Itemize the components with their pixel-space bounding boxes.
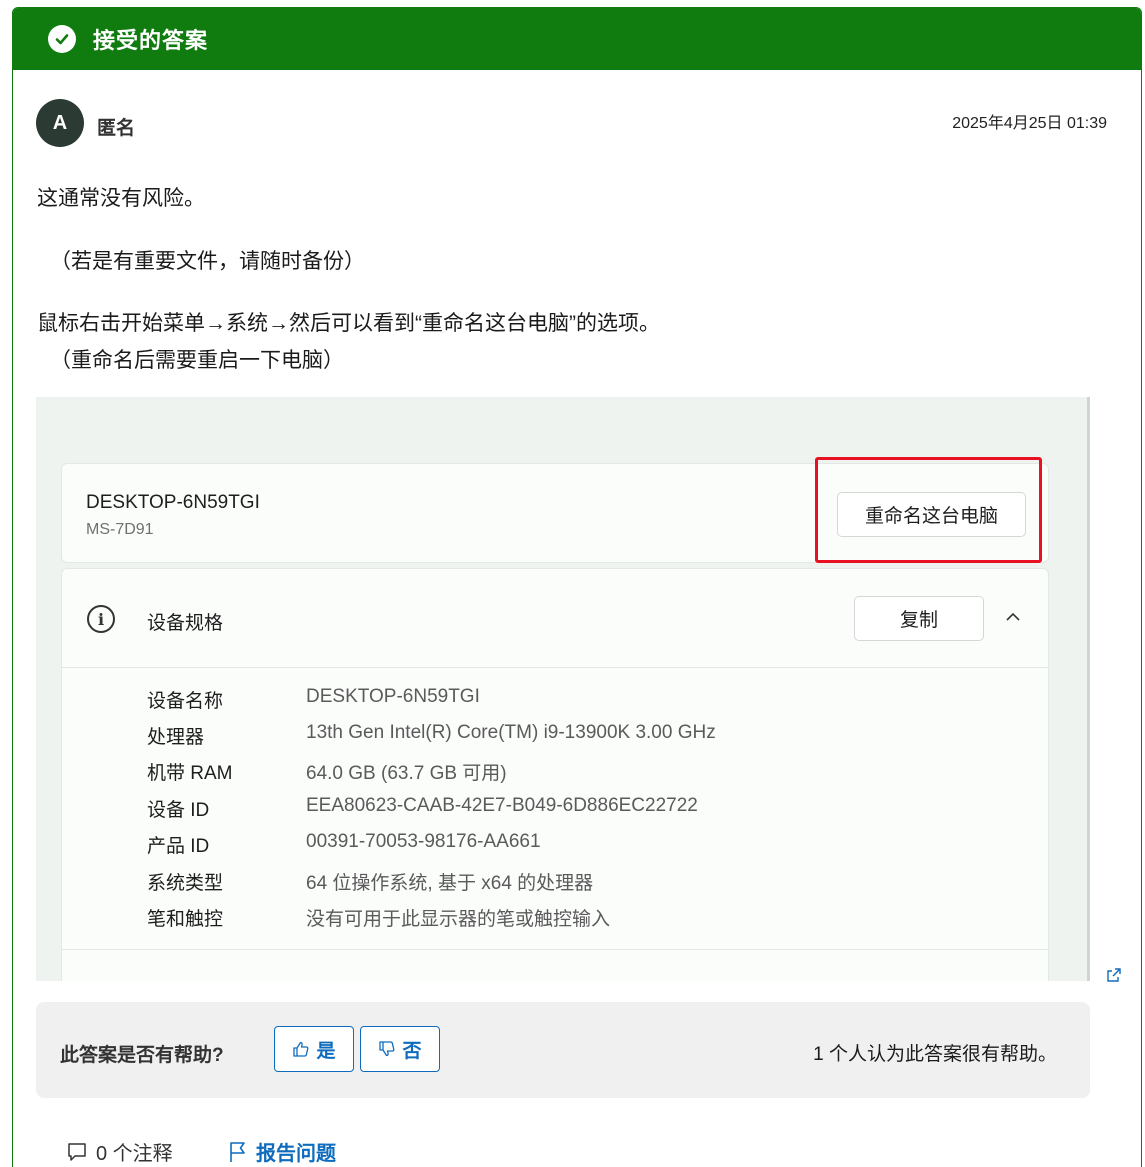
spec-value: 13th Gen Intel(R) Core(TM) i9-13900K 3.0…: [306, 722, 716, 743]
spec-value: 64.0 GB (63.7 GB 可用): [306, 763, 507, 784]
helpful-count: 1 个人认为此答案很有帮助。: [813, 1044, 1057, 1065]
embedded-screenshot[interactable]: DESKTOP-6N59TGI MS-7D91 重命名这台电脑 i 设备规格 复…: [36, 397, 1090, 981]
checkmark-icon: [48, 25, 76, 53]
copy-button: 复制: [854, 596, 984, 641]
spec-label: 系统类型: [147, 873, 224, 894]
info-icon: i: [87, 605, 115, 633]
highlight-box: [815, 457, 1042, 563]
spec-label: 设备名称: [147, 691, 224, 712]
accepted-answer-header: 接受的答案: [13, 8, 1141, 70]
spec-label: 产品 ID: [147, 836, 210, 857]
feedback-panel: 此答案是否有帮助? 是 否 1 个人认为此答案很有帮助。: [36, 1002, 1090, 1098]
report-issue-link[interactable]: 报告问题: [228, 1137, 336, 1166]
thumbs-down-icon: [379, 1041, 395, 1057]
answer-paragraph: （重命名后需要重启一下电脑）: [50, 349, 344, 372]
spec-value: 64 位操作系统, 基于 x64 的处理器: [306, 873, 594, 894]
report-issue-label: 报告问题: [256, 1143, 336, 1165]
helpful-question: 此答案是否有帮助?: [60, 1045, 224, 1066]
author-name: 匿名: [97, 118, 136, 139]
thumbs-up-icon: [293, 1041, 309, 1057]
spec-value: 没有可用于此显示器的笔或触控输入: [306, 909, 611, 930]
answer-paragraph: （若是有重要文件，请随时备份）: [50, 250, 365, 273]
comments-link[interactable]: 0 个注释: [66, 1137, 173, 1166]
screenshot-edge: [1087, 397, 1090, 981]
header-title: 接受的答案: [93, 28, 209, 53]
spec-label: 机带 RAM: [147, 763, 233, 784]
spec-value: 00391-70053-98176-AA661: [306, 831, 541, 852]
avatar: A: [36, 99, 84, 147]
chevron-up-icon: [1006, 612, 1020, 621]
comment-icon: [68, 1142, 86, 1161]
answer-paragraph: 这通常没有风险。: [37, 187, 205, 210]
vote-yes-label: 是: [316, 1040, 336, 1062]
spec-label: 设备 ID: [147, 800, 210, 821]
flag-icon: [230, 1141, 245, 1162]
open-external-icon[interactable]: [1106, 967, 1122, 983]
specs-divider: [62, 949, 1048, 950]
spec-value: DESKTOP-6N59TGI: [306, 686, 480, 707]
comments-label: 0 个注释: [96, 1143, 173, 1165]
device-specs-panel: i 设备规格 复制 设备名称 DESKTOP-6N59TGI 处理器 13th …: [61, 568, 1049, 981]
vote-no-button[interactable]: 否: [360, 1026, 440, 1072]
spec-label: 笔和触控: [147, 909, 224, 930]
spec-label: 处理器: [147, 727, 205, 748]
specs-header: i 设备规格 复制: [62, 569, 1048, 668]
post-timestamp: 2025年4月25日 01:39: [952, 115, 1107, 132]
specs-title: 设备规格: [147, 613, 224, 634]
device-name: DESKTOP-6N59TGI: [86, 492, 260, 513]
answer-paragraph: 鼠标右击开始菜单→系统→然后可以看到“重命名这台电脑”的选项。: [37, 312, 660, 335]
vote-no-label: 否: [402, 1040, 422, 1062]
spec-value: EEA80623-CAAB-42E7-B049-6D886EC22722: [306, 795, 698, 816]
vote-yes-button[interactable]: 是: [274, 1026, 354, 1072]
device-model: MS-7D91: [86, 521, 154, 538]
